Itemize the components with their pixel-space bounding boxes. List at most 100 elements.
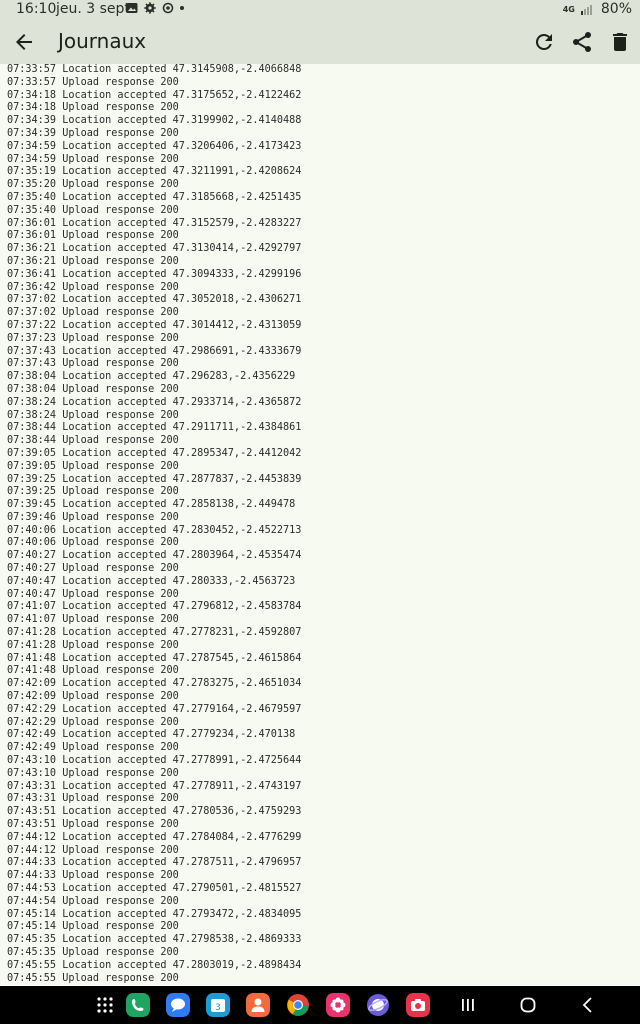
log-line: 07:44:12 Location accepted 47.2784084,-2… [7,831,302,843]
log-line: 07:34:59 Location accepted 47.3206406,-2… [7,140,302,152]
log-line: 07:34:18 Location accepted 47.3175652,-2… [7,89,302,101]
log-line: 07:39:05 Location accepted 47.2895347,-2… [7,447,302,459]
log-line: 07:35:20 Upload response 200 [7,179,179,191]
log-line: 07:35:40 Upload response 200 [7,204,179,216]
log-line: 07:42:09 Location accepted 47.2783275,-2… [7,678,302,690]
share-icon[interactable] [570,30,594,54]
log-line: 07:40:47 Location accepted 47.280333,-2.… [7,575,296,587]
log-line: 07:41:28 Upload response 200 [7,639,179,651]
phone-app-icon[interactable] [126,993,150,1017]
log-line: 07:40:47 Upload response 200 [7,588,179,600]
signal-icon [580,5,592,15]
log-line: 07:38:04 Upload response 200 [7,383,179,395]
log-line: 07:37:43 Location accepted 47.2986691,-2… [7,345,302,357]
log-line: 07:43:31 Upload response 200 [7,793,179,805]
log-line: 07:41:07 Location accepted 47.2796812,-2… [7,601,302,613]
status-notification-icons [126,2,184,14]
log-line: 07:45:55 Location accepted 47.2803019,-2… [7,959,302,971]
status-time: 16:10 [16,1,57,17]
log-line: 07:41:07 Upload response 200 [7,614,179,626]
refresh-icon[interactable] [532,30,556,54]
log-line: 07:42:09 Upload response 200 [7,691,179,703]
log-line: 07:40:06 Upload response 200 [7,537,179,549]
log-line: 07:41:48 Location accepted 47.2787545,-2… [7,652,302,664]
log-line: 07:44:33 Upload response 200 [7,870,179,882]
log-line: 07:42:49 Upload response 200 [7,742,179,754]
log-line: 07:37:02 Location accepted 47.3052018,-2… [7,294,302,306]
home-button[interactable] [518,995,538,1015]
recent-apps-button[interactable] [458,995,478,1015]
log-line: 07:37:22 Location accepted 47.3014412,-2… [7,319,302,331]
chrome-app-icon[interactable] [286,993,310,1017]
log-line: 07:38:24 Location accepted 47.2933714,-2… [7,396,302,408]
log-line: 07:35:40 Location accepted 47.3185668,-2… [7,191,302,203]
log-line: 07:36:01 Location accepted 47.3152579,-2… [7,217,302,229]
log-line: 07:34:59 Upload response 200 [7,153,179,165]
internet-app-icon[interactable] [366,993,390,1017]
log-line: 07:38:44 Upload response 200 [7,435,179,447]
log-line: 07:39:05 Upload response 200 [7,460,179,472]
log-line: 07:33:57 Upload response 200 [7,76,179,88]
log-line: 07:40:27 Location accepted 47.2803964,-2… [7,550,302,562]
log-line: 07:45:35 Upload response 200 [7,946,179,958]
log-line: 07:45:14 Upload response 200 [7,921,179,933]
log-list[interactable]: 07:33:57 Location accepted 47.3145908,-2… [0,64,640,986]
log-line: 07:40:27 Upload response 200 [7,563,179,575]
log-line: 07:39:25 Location accepted 47.2877837,-2… [7,473,302,485]
log-line: 07:39:45 Location accepted 47.2858138,-2… [7,499,296,511]
status-right: 4G 80% [563,1,632,17]
log-line: 07:38:24 Upload response 200 [7,409,179,421]
log-line: 07:42:29 Upload response 200 [7,716,179,728]
gallery-notification-icon [126,3,138,13]
log-line: 07:37:43 Upload response 200 [7,358,179,370]
svg-text:3: 3 [215,1003,221,1013]
log-line: 07:44:12 Upload response 200 [7,844,179,856]
back-arrow-icon[interactable] [12,30,36,54]
log-line: 07:36:41 Location accepted 47.3094333,-2… [7,268,302,280]
page-title: Journaux [58,29,147,53]
log-line: 07:41:28 Location accepted 47.2778231,-2… [7,627,302,639]
log-line: 07:37:23 Upload response 200 [7,332,179,344]
log-line: 07:39:25 Upload response 200 [7,486,179,498]
log-line: 07:43:51 Location accepted 47.2780536,-2… [7,806,302,818]
log-line: 07:40:06 Location accepted 47.2830452,-2… [7,524,302,536]
contacts-app-icon[interactable] [246,993,270,1017]
settings-notification-icon [144,2,156,14]
log-line: 07:45:14 Location accepted 47.2793472,-2… [7,908,302,920]
log-line: 07:39:46 Upload response 200 [7,511,179,523]
log-line: 07:37:02 Upload response 200 [7,307,179,319]
back-button[interactable] [578,995,598,1015]
battery-level: 80% [600,1,632,17]
camera-app-icon[interactable] [406,993,430,1017]
navigation-bar: 3 [0,986,640,1024]
calendar-app-icon[interactable]: 3 [206,993,230,1017]
log-line: 07:43:10 Location accepted 47.2778991,-2… [7,755,302,767]
log-line: 07:45:35 Location accepted 47.2798538,-2… [7,934,302,946]
log-line: 07:42:29 Location accepted 47.2779164,-2… [7,703,302,715]
log-line: 07:43:51 Upload response 200 [7,819,179,831]
messages-app-icon[interactable] [166,993,190,1017]
status-date: jeu. 3 sept. [56,1,135,17]
log-line: 07:41:48 Upload response 200 [7,665,179,677]
log-line: 07:34:39 Upload response 200 [7,127,179,139]
log-line: 07:36:01 Upload response 200 [7,230,179,242]
app-drawer-icon[interactable] [93,993,117,1017]
log-line: 07:44:54 Upload response 200 [7,895,179,907]
delete-icon[interactable] [608,30,632,54]
log-line: 07:36:21 Upload response 200 [7,255,179,267]
more-notifications-dot [180,6,184,10]
log-line: 07:33:57 Location accepted 47.3145908,-2… [7,64,302,75]
log-line: 07:44:53 Location accepted 47.2790501,-2… [7,883,302,894]
gallery-app-icon[interactable] [326,993,350,1017]
log-line: 07:45:55 Upload response 200 [7,972,179,984]
log-line: 07:34:18 Upload response 200 [7,102,179,114]
log-line: 07:43:31 Location accepted 47.2778911,-2… [7,780,302,792]
log-line: 07:44:33 Location accepted 47.2787511,-2… [7,857,302,869]
log-line: 07:42:49 Location accepted 47.2779234,-2… [7,729,296,741]
app-bar: Journaux [0,20,640,64]
log-line: 07:35:19 Location accepted 47.3211991,-2… [7,166,302,178]
log-line: 07:36:42 Upload response 200 [7,281,179,293]
log-line: 07:34:39 Location accepted 47.3199902,-2… [7,115,302,127]
log-line: 07:38:44 Location accepted 47.2911711,-2… [7,422,302,434]
status-bar: 16:10 jeu. 3 sept. 4G 80% [0,0,640,20]
